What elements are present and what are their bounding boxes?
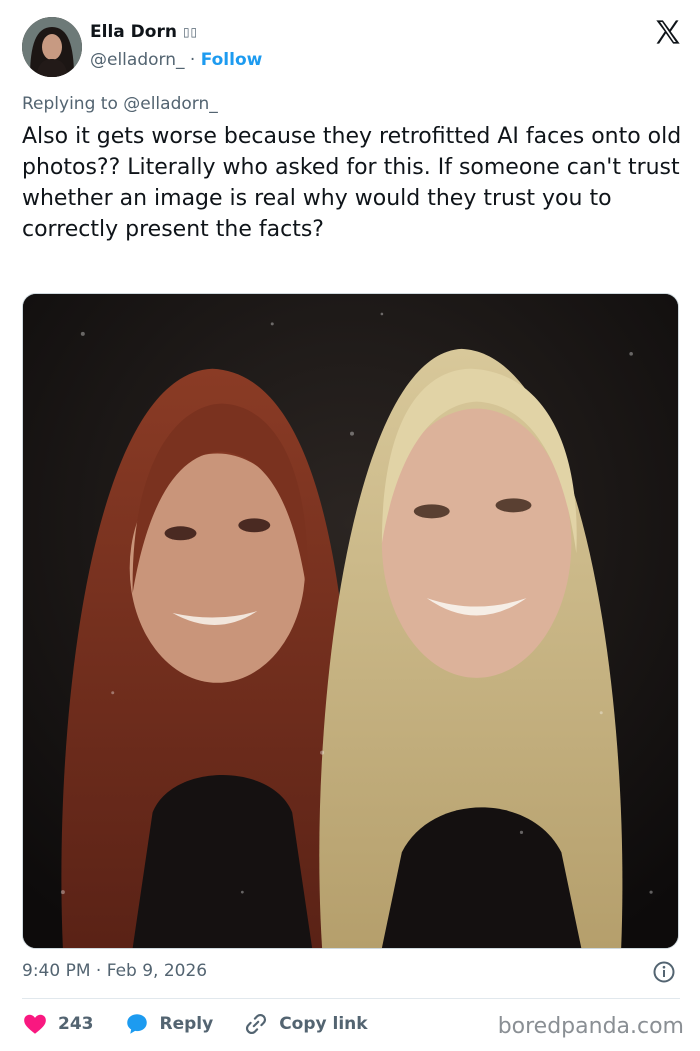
like-count: 243 [58, 1014, 94, 1034]
replying-mention[interactable]: @elladorn_ [123, 94, 217, 114]
tweet-text: Also it gets worse because they retrofit… [22, 124, 682, 242]
like-button[interactable]: 243 [22, 1011, 94, 1037]
tweet-date: Feb 9, 2026 [106, 961, 208, 981]
handle-row: @elladorn_ · Follow [90, 50, 262, 70]
heart-icon [24, 1014, 46, 1034]
name-row: Ella Dorn ▯▯ [90, 22, 198, 42]
watermark: boredpanda.com [497, 1014, 684, 1039]
follow-button[interactable]: Follow [201, 50, 263, 70]
tweet-photo[interactable] [22, 293, 679, 949]
copy-link-label: Copy link [279, 1014, 368, 1034]
info-icon[interactable] [652, 960, 676, 984]
speech-bubble-icon [126, 1014, 147, 1034]
action-bar: 243 Reply Copy link [22, 1009, 398, 1039]
x-logo-icon[interactable] [654, 18, 682, 46]
tweet-timestamp[interactable]: 9:40 PM · Feb 9, 2026 [22, 961, 207, 981]
reply-button[interactable]: Reply [124, 1011, 214, 1037]
link-icon [246, 1013, 267, 1035]
reply-label: Reply [159, 1014, 214, 1034]
user-handle[interactable]: @elladorn_ [90, 50, 184, 70]
avatar-image [22, 17, 82, 77]
replying-prefix: Replying to [22, 94, 118, 114]
timestamp-separator: · [95, 961, 102, 981]
replying-to: Replying to @elladorn_ [22, 94, 218, 114]
divider [22, 998, 680, 999]
flag-emoji-icon: ▯▯ [182, 25, 199, 39]
avatar[interactable] [22, 17, 82, 77]
copy-link-button[interactable]: Copy link [243, 1011, 368, 1037]
photo-image [23, 294, 678, 948]
display-name[interactable]: Ella Dorn [90, 22, 177, 42]
separator-dot: · [189, 50, 196, 70]
tweet-header: Ella Dorn ▯▯ @elladorn_ · Follow [22, 14, 682, 80]
tweet-time: 9:40 PM [22, 961, 91, 981]
